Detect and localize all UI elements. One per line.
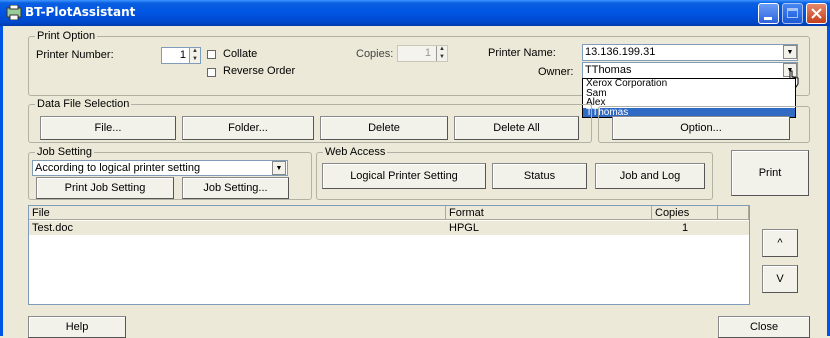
- reverse-order-label: Reverse Order: [223, 65, 296, 77]
- minimize-button[interactable]: [758, 3, 779, 24]
- printer-name-select[interactable]: 13.136.199.31: [582, 44, 798, 61]
- status-button[interactable]: Status: [492, 163, 587, 189]
- print-job-setting-button[interactable]: Print Job Setting: [36, 177, 174, 199]
- printer-number-label: Printer Number:: [36, 49, 114, 61]
- job-setting-value: According to logical printer setting: [35, 162, 201, 174]
- close-button[interactable]: Close: [718, 316, 810, 338]
- column-header-file[interactable]: File: [29, 206, 446, 220]
- table-row-format-cell[interactable]: HPGL: [446, 221, 652, 235]
- table-row-file-cell[interactable]: Test.doc: [29, 221, 446, 235]
- owner-value: TThomas: [585, 64, 632, 76]
- column-header-copies[interactable]: Copies: [652, 206, 718, 220]
- folder-button[interactable]: Folder...: [182, 116, 314, 140]
- table-row-copies-cell[interactable]: 1: [652, 221, 749, 235]
- logical-printer-setting-button[interactable]: Logical Printer Setting: [322, 163, 486, 189]
- data-file-selection-legend: Data File Selection: [37, 98, 130, 110]
- spin-up-icon[interactable]: ▲: [437, 46, 447, 54]
- collate-checkbox[interactable]: [207, 50, 216, 59]
- job-setting-select[interactable]: According to logical printer setting: [32, 160, 288, 176]
- help-button[interactable]: Help: [28, 316, 126, 338]
- web-access-legend: Web Access: [325, 146, 386, 158]
- maximize-button[interactable]: [782, 3, 803, 24]
- close-icon: [811, 8, 822, 19]
- move-up-button[interactable]: ^: [762, 229, 798, 257]
- file-button[interactable]: File...: [40, 116, 176, 140]
- printer-name-label: Printer Name:: [488, 47, 556, 59]
- minimize-icon: [764, 17, 772, 20]
- close-window-button[interactable]: [806, 3, 827, 24]
- owner-select[interactable]: TThomas: [582, 62, 798, 79]
- delete-button[interactable]: Delete: [320, 116, 448, 140]
- owner-option[interactable]: Xerox Corporation: [583, 79, 795, 89]
- column-header-format[interactable]: Format: [446, 206, 652, 220]
- owner-label: Owner:: [538, 66, 574, 78]
- print-option-legend: Print Option: [37, 30, 96, 42]
- copies-label: Copies:: [356, 48, 394, 60]
- job-and-log-button[interactable]: Job and Log: [595, 163, 705, 189]
- printer-number-value: 1: [179, 49, 186, 61]
- spin-down-icon[interactable]: ▼: [190, 56, 200, 64]
- chevron-down-icon[interactable]: ▼: [783, 45, 797, 59]
- printer-number-spin[interactable]: ▲ ▼: [189, 48, 200, 63]
- reverse-order-checkbox[interactable]: [207, 68, 216, 77]
- spin-up-icon[interactable]: ▲: [190, 48, 200, 56]
- chevron-down-icon[interactable]: ▼: [272, 161, 286, 175]
- window-title: BT-PlotAssistant: [25, 5, 136, 19]
- owner-option[interactable]: Sam: [583, 88, 795, 99]
- print-button[interactable]: Print: [731, 150, 809, 196]
- option-button[interactable]: Option...: [612, 116, 790, 140]
- app-icon: [6, 5, 22, 20]
- file-table[interactable]: File Format Copies Test.doc HPGL 1: [28, 205, 750, 305]
- spin-down-icon[interactable]: ▼: [437, 54, 447, 62]
- copies-value: 1: [424, 47, 431, 59]
- copies-spin[interactable]: ▲ ▼: [436, 46, 447, 61]
- job-setting-button[interactable]: Job Setting...: [182, 177, 289, 199]
- delete-all-button[interactable]: Delete All: [454, 116, 579, 140]
- collate-label: Collate: [223, 48, 258, 60]
- printer-name-value: 13.136.199.31: [585, 46, 656, 58]
- job-setting-legend: Job Setting: [37, 146, 93, 158]
- maximize-icon: [787, 8, 798, 18]
- column-header-spacer: [718, 206, 749, 220]
- move-down-button[interactable]: V: [762, 265, 798, 293]
